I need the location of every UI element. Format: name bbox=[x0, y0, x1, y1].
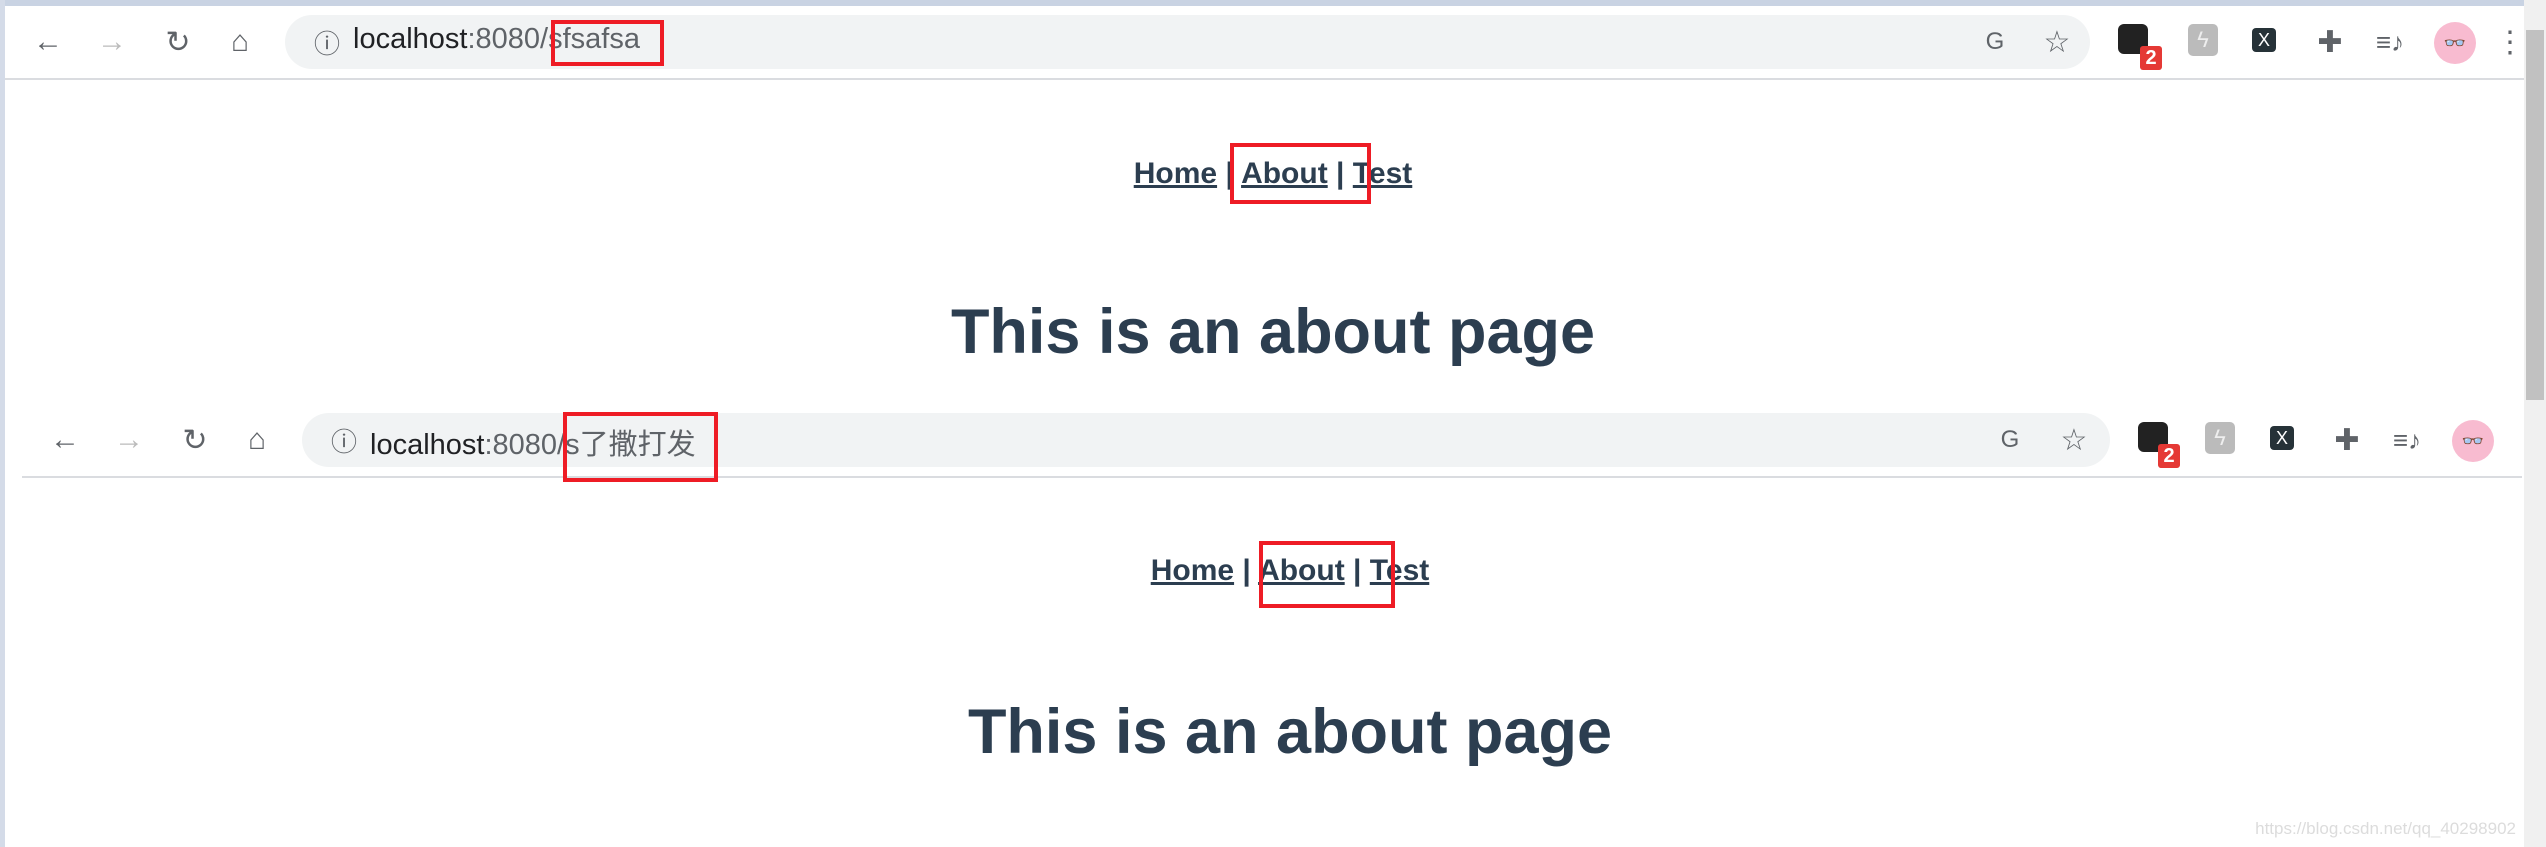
toolbar-divider bbox=[5, 78, 2525, 80]
url-port: :8080/ bbox=[484, 429, 566, 461]
back-icon[interactable]: ← bbox=[45, 420, 85, 460]
x-extension-icon[interactable]: X bbox=[2252, 28, 2276, 52]
nav-separator: | bbox=[1242, 554, 1251, 587]
reload-icon[interactable]: ↻ bbox=[175, 420, 215, 460]
media-queue-icon[interactable]: ≡♪ bbox=[2370, 22, 2410, 62]
forward-icon[interactable]: → bbox=[109, 420, 149, 460]
translate-icon[interactable]: G bbox=[1975, 22, 2015, 62]
toolbar-divider bbox=[22, 476, 2522, 478]
nav-home-link[interactable]: Home bbox=[1151, 554, 1234, 587]
url-highlight-box bbox=[551, 20, 664, 66]
url-highlight-box bbox=[563, 412, 718, 482]
bookmark-star-icon[interactable]: ☆ bbox=[2054, 420, 2094, 460]
extension-badge: 2 bbox=[2158, 444, 2180, 468]
profile-avatar[interactable]: 👓 bbox=[2452, 420, 2494, 462]
forward-icon[interactable]: → bbox=[92, 22, 132, 62]
extensions-puzzle-icon[interactable]: ✚ bbox=[2310, 22, 2350, 62]
nav-home-link[interactable]: Home bbox=[1134, 157, 1217, 190]
about-highlight-box bbox=[1230, 143, 1371, 204]
window-frame bbox=[0, 0, 2546, 6]
home-icon[interactable]: ⌂ bbox=[237, 420, 277, 460]
info-icon[interactable]: ⓘ bbox=[307, 22, 347, 62]
scrollbar[interactable] bbox=[2524, 0, 2546, 847]
reload-icon[interactable]: ↻ bbox=[158, 22, 198, 62]
url-host: localhost bbox=[370, 429, 485, 461]
page-heading: This is an about page bbox=[967, 697, 1613, 767]
lightning-extension-icon[interactable]: ϟ bbox=[2188, 24, 2218, 56]
lightning-extension-icon[interactable]: ϟ bbox=[2205, 422, 2235, 454]
page-heading: This is an about page bbox=[950, 297, 1596, 367]
about-highlight-box bbox=[1259, 541, 1395, 608]
url-port: :8080/ bbox=[467, 23, 549, 55]
url-host: localhost bbox=[353, 23, 468, 55]
back-icon[interactable]: ← bbox=[28, 22, 68, 62]
translate-icon[interactable]: G bbox=[1990, 420, 2030, 460]
home-icon[interactable]: ⌂ bbox=[220, 22, 260, 62]
extensions-puzzle-icon[interactable]: ✚ bbox=[2327, 420, 2367, 460]
extension-badge: 2 bbox=[2140, 46, 2162, 70]
scrollbar-thumb[interactable] bbox=[2526, 30, 2544, 400]
x-extension-icon[interactable]: X bbox=[2270, 426, 2294, 450]
watermark: https://blog.csdn.net/qq_40298902 bbox=[2255, 819, 2516, 838]
bookmark-star-icon[interactable]: ☆ bbox=[2037, 22, 2077, 62]
profile-avatar[interactable]: 👓 bbox=[2434, 22, 2476, 64]
media-queue-icon[interactable]: ≡♪ bbox=[2387, 420, 2427, 460]
info-icon[interactable]: ⓘ bbox=[324, 420, 364, 460]
